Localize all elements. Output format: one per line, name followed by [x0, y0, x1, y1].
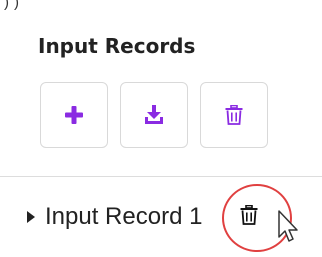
trash-icon: [240, 204, 258, 225]
plus-icon: [65, 106, 83, 124]
panel-title: Input Records: [38, 34, 196, 58]
section-divider: [0, 176, 322, 177]
delete-records-button[interactable]: [200, 82, 268, 148]
download-record-button[interactable]: [120, 82, 188, 148]
trash-icon: [225, 105, 243, 125]
add-record-button[interactable]: [40, 82, 108, 148]
delete-record-button[interactable]: [240, 204, 258, 230]
record-label: Input Record 1: [45, 203, 203, 230]
expand-caret-icon[interactable]: [27, 211, 35, 223]
record-row[interactable]: Input Record 1: [0, 196, 322, 246]
download-icon: [145, 105, 163, 124]
input-records-panel: Input Records Input Record 1: [0, 0, 322, 257]
mouse-pointer-icon: [278, 210, 300, 249]
